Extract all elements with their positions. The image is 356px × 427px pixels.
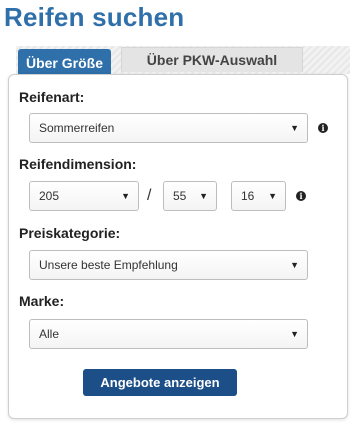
info-icon[interactable]: i [318, 123, 328, 133]
tire-diameter-value: 16 [241, 189, 255, 203]
dimension-label: Reifendimension: [19, 156, 137, 172]
dimension-separator: / [147, 187, 152, 204]
search-panel: Reifenart: Sommerreifen ▼ i Reifendimens… [8, 74, 348, 419]
chevron-down-icon: ▼ [268, 191, 277, 201]
brand-value: Alle [39, 327, 60, 341]
page-title: Reifen suchen [4, 2, 185, 32]
brand-label: Marke: [19, 293, 65, 309]
tire-width-select[interactable]: 205 ▼ [29, 181, 139, 211]
chevron-down-icon: ▼ [199, 191, 208, 201]
chevron-down-icon: ▼ [290, 260, 299, 270]
tab-by-size[interactable]: Über Größe [18, 49, 111, 77]
price-category-label: Preiskategorie: [19, 225, 121, 241]
info-icon[interactable]: i [296, 191, 306, 201]
chevron-down-icon: ▼ [290, 123, 299, 133]
chevron-down-icon: ▼ [290, 329, 299, 339]
tire-height-select[interactable]: 55 ▼ [163, 181, 217, 211]
tire-height-value: 55 [173, 189, 187, 203]
brand-select[interactable]: Alle ▼ [29, 319, 308, 349]
chevron-down-icon: ▼ [121, 191, 130, 201]
tab-by-car[interactable]: Über PKW-Auswahl [121, 47, 303, 72]
tire-width-value: 205 [39, 189, 60, 203]
tire-type-label: Reifenart: [19, 89, 85, 105]
price-category-select[interactable]: Unsere beste Empfehlung ▼ [29, 250, 308, 280]
tire-type-select[interactable]: Sommerreifen ▼ [29, 113, 308, 143]
price-category-value: Unsere beste Empfehlung [39, 258, 178, 272]
tab-strip: Über Größe Über PKW-Auswahl [16, 46, 350, 77]
tire-diameter-select[interactable]: 16 ▼ [231, 181, 286, 211]
tire-type-value: Sommerreifen [39, 121, 115, 135]
show-offers-button[interactable]: Angebote anzeigen [83, 369, 237, 396]
